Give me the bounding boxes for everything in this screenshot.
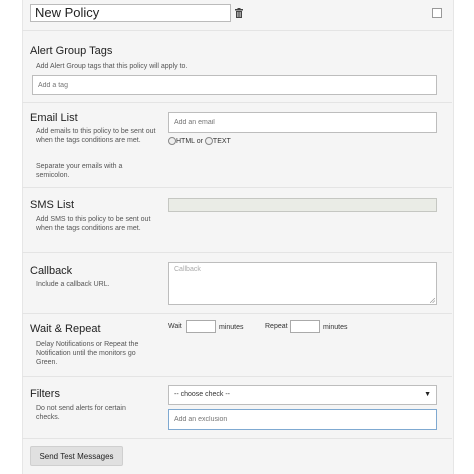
alert-group-tags-heading: Alert Group Tags — [30, 45, 113, 57]
email-input[interactable] — [168, 112, 437, 133]
html-radio-label: HTML or — [176, 137, 203, 145]
alert-group-tags-help: Add Alert Group tags that this policy wi… — [36, 63, 188, 70]
divider — [22, 187, 452, 188]
divider — [22, 313, 452, 314]
wait-unit-label: minutes — [219, 324, 244, 331]
wait-label: Wait — [168, 323, 182, 330]
filters-heading: Filters — [30, 388, 60, 400]
check-select[interactable]: -- choose check -- ▼ — [168, 385, 437, 405]
check-select-value: -- choose check -- — [174, 391, 231, 398]
text-radio[interactable] — [204, 137, 213, 145]
policy-name-input[interactable] — [30, 4, 231, 22]
sms-list-help: Add SMS to this policy to be sent out wh… — [36, 216, 151, 232]
wait-repeat-help: Delay Notifications or Repeat the Notifi… — [36, 341, 139, 366]
sms-list-heading: SMS List — [30, 199, 75, 211]
send-test-messages-button[interactable]: Send Test Messages — [30, 446, 123, 466]
wait-minutes-input[interactable] — [186, 320, 216, 333]
callback-placeholder: Callback — [174, 266, 201, 273]
sms-input — [168, 198, 437, 212]
divider — [22, 438, 452, 439]
alert-group-tags-input[interactable] — [32, 75, 437, 95]
repeat-label: Repeat — [265, 323, 288, 330]
callback-heading: Callback — [30, 265, 73, 277]
policy-enable-checkbox[interactable] — [432, 8, 442, 18]
email-list-help: Add emails to this policy to be sent out… — [36, 128, 156, 144]
wait-repeat-heading: Wait & Repeat — [30, 323, 101, 335]
divider — [22, 30, 452, 31]
filters-help: Do not send alerts for certain checks. — [36, 405, 126, 421]
resize-grip-icon[interactable] — [430, 298, 435, 303]
exclusion-input[interactable] — [168, 409, 437, 430]
repeat-unit-label: minutes — [323, 324, 348, 331]
divider — [22, 252, 452, 253]
html-radio[interactable] — [168, 137, 176, 145]
email-list-heading: Email List — [30, 112, 78, 124]
trash-icon[interactable] — [235, 8, 243, 18]
email-list-separator-help: Separate your emails with a semicolon. — [36, 163, 123, 179]
callback-help: Include a callback URL. — [36, 281, 110, 288]
divider — [22, 376, 452, 377]
divider — [22, 102, 452, 103]
text-radio-label: TEXT — [212, 137, 231, 145]
callback-textarea[interactable]: Callback — [168, 262, 437, 305]
dropdown-arrow-icon: ▼ — [424, 391, 431, 398]
repeat-minutes-input[interactable] — [290, 320, 320, 333]
email-format-options: HTML or TEXT — [168, 137, 231, 145]
